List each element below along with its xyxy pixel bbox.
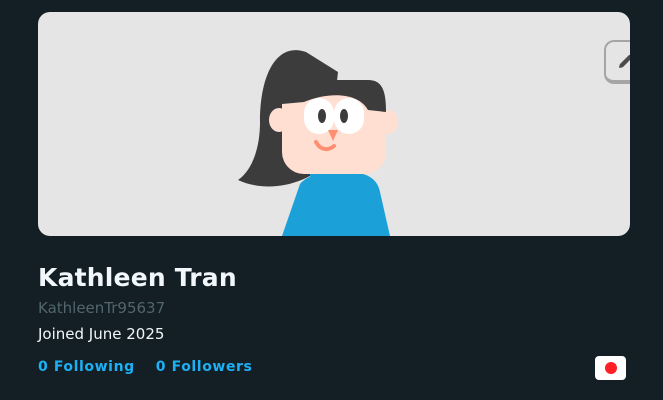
following-link[interactable]: 0 Following bbox=[38, 359, 135, 375]
profile-username: KathleenTr95637 bbox=[38, 299, 166, 317]
profile-name: Kathleen Tran bbox=[38, 263, 237, 292]
flag-disc bbox=[604, 362, 617, 374]
avatar-illustration bbox=[238, 50, 398, 236]
pencil-icon bbox=[619, 54, 630, 68]
profile-page: Kathleen Tran KathleenTr95637 Joined Jun… bbox=[0, 0, 663, 400]
edit-avatar-button[interactable] bbox=[604, 40, 630, 84]
profile-banner bbox=[38, 12, 630, 236]
japan-flag-icon[interactable] bbox=[595, 356, 626, 380]
follow-stats: 0 Following 0 Followers bbox=[38, 359, 253, 375]
joined-date: Joined June 2025 bbox=[38, 325, 165, 343]
followers-link[interactable]: 0 Followers bbox=[156, 359, 253, 375]
